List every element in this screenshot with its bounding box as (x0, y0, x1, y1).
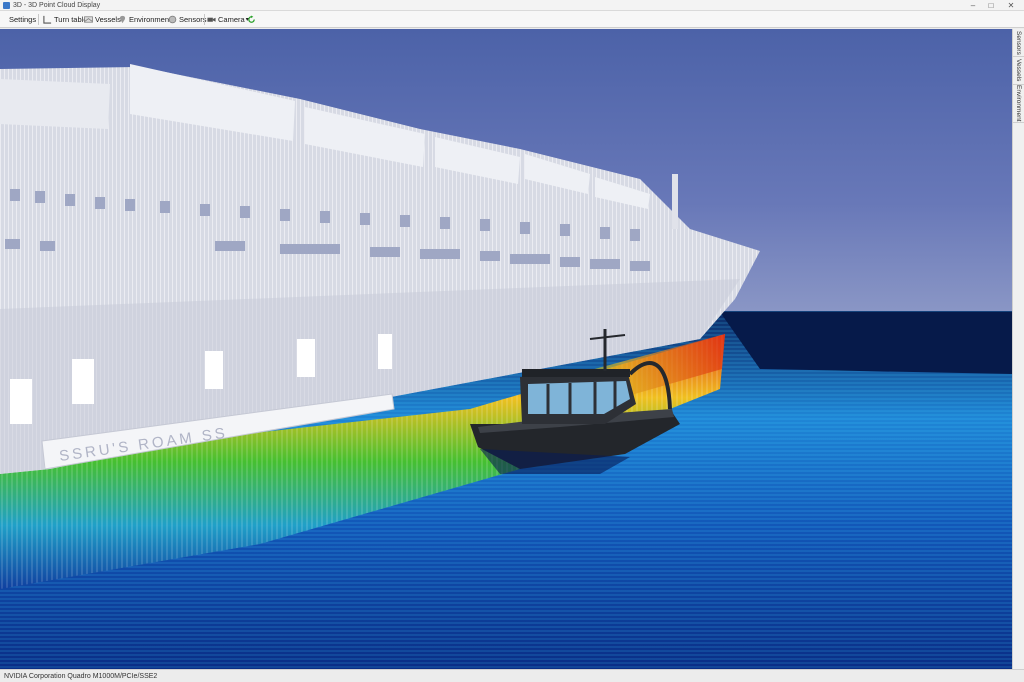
dock-tab-sensors-label: Sensors (1015, 30, 1022, 55)
settings-label: Settings (9, 15, 37, 24)
minimize-button[interactable]: – (966, 0, 980, 11)
dock-tab-vessels[interactable]: Vessels (1013, 57, 1024, 85)
maximize-button[interactable]: □ (984, 0, 998, 11)
point-cloud-viewport[interactable]: SSRU'S ROAM SS (0, 29, 1012, 669)
dock-tab-environment[interactable]: Environment (1013, 85, 1024, 123)
dock-side-panel: Sensors Vessels Environment (1012, 29, 1024, 669)
window-title: 3D - 3D Point Cloud Display (13, 2, 101, 9)
app-icon (3, 2, 10, 9)
ship-deck-1 (0, 79, 110, 129)
location-pin-icon (119, 15, 126, 24)
dock-tab-vessels-label: Vessels (1015, 59, 1022, 82)
sensors-label: Sensors (179, 15, 207, 24)
point-cloud-scene[interactable]: SSRU'S ROAM SS (0, 29, 1012, 669)
vessels-icon (84, 16, 93, 23)
toolbar-divider (38, 14, 39, 25)
gpu-info-text: NVIDIA Corporation Quadro M1000M/PCIe/SS… (4, 673, 158, 680)
environment-label: Environment (129, 15, 172, 24)
toolbar: Settings Turn table Vessels Environment … (0, 11, 1024, 28)
fender (205, 351, 223, 389)
far-water (720, 312, 1012, 374)
sensors-button[interactable]: Sensors (166, 13, 209, 26)
status-bar: NVIDIA Corporation Quadro M1000M/PCIe/SS… (0, 669, 1024, 682)
dock-tab-sensors[interactable]: Sensors (1013, 29, 1024, 57)
fender (72, 359, 94, 404)
title-bar: 3D - 3D Point Cloud Display – □ ✕ (0, 0, 1024, 11)
fender (378, 334, 392, 369)
app-window: 3D - 3D Point Cloud Display – □ ✕ Settin… (0, 0, 1024, 682)
turntable-icon (43, 15, 52, 24)
close-button[interactable]: ✕ (1004, 0, 1018, 11)
fender (297, 339, 315, 377)
camera-label: Camera (218, 15, 245, 24)
refresh-button[interactable] (245, 13, 260, 26)
refresh-icon (248, 15, 255, 23)
camera-icon (207, 17, 216, 22)
settings-button[interactable]: Settings (7, 13, 38, 26)
sensor-icon (168, 15, 177, 24)
camera-button[interactable]: Camera ▾ (205, 13, 251, 26)
dock-tab-environment-label: Environment (1015, 85, 1022, 122)
environment-button[interactable]: Environment (116, 13, 173, 26)
fender (10, 379, 32, 424)
ship-mast (672, 174, 678, 229)
vessel-roof (522, 369, 630, 377)
